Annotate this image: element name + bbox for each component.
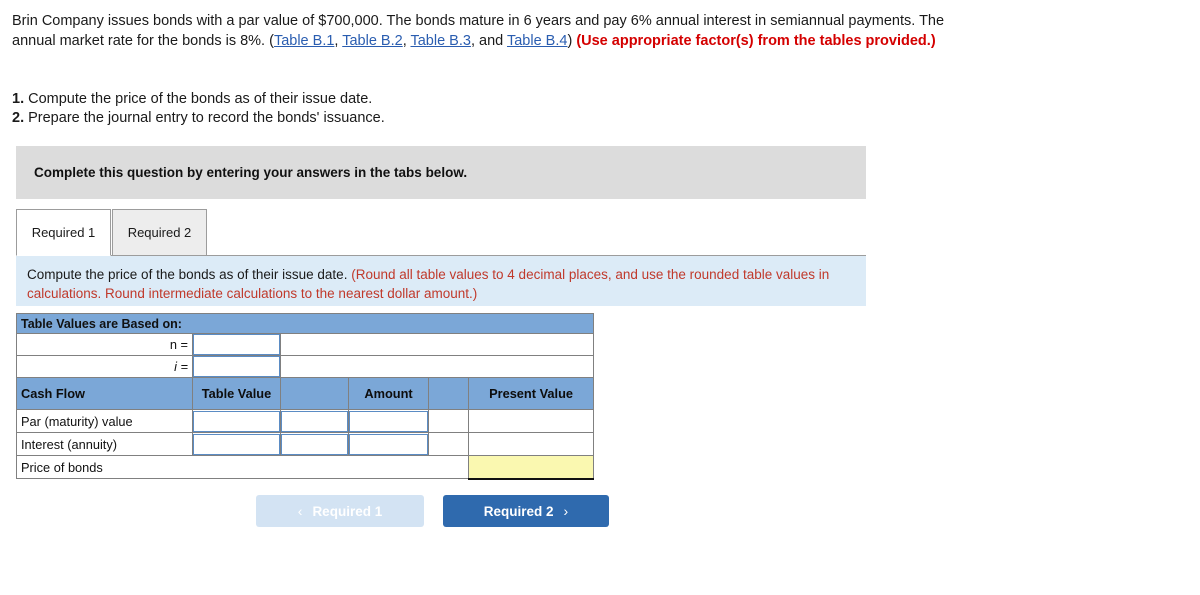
table-b4-link[interactable]: Table B.4 — [507, 33, 567, 49]
n-row-filler — [279, 333, 595, 356]
price-of-bonds-row: Price of bonds — [16, 455, 595, 480]
par-operator-2-cell — [428, 409, 469, 433]
problem-statement: Brin Company issues bonds with a par val… — [12, 12, 952, 51]
interest-amount-cell[interactable] — [348, 432, 429, 456]
table-b2-link[interactable]: Table B.2 — [342, 33, 402, 49]
chevron-left-icon: ‹ — [297, 503, 303, 519]
header-operator-1 — [280, 377, 349, 410]
requirement-1-number: 1. — [12, 91, 25, 107]
tab-strip: Required 1 Required 2 — [16, 209, 866, 256]
interest-operator-1-cell[interactable] — [280, 432, 349, 456]
previous-required-1-button[interactable]: ‹ Required 1 — [256, 495, 424, 527]
question-page: Brin Company issues bonds with a par val… — [0, 0, 1200, 595]
table-row: Interest (annuity) — [16, 432, 595, 456]
chevron-right-icon: › — [563, 503, 569, 519]
price-of-bonds-value — [467, 455, 595, 480]
complete-question-banner: Complete this question by entering your … — [16, 146, 866, 199]
par-table-value-input[interactable] — [193, 410, 280, 432]
requirement-2-number: 2. — [12, 110, 25, 126]
link-separator-3: , and — [470, 32, 507, 49]
closing-paren: ) — [567, 32, 577, 49]
n-input[interactable] — [193, 334, 280, 355]
i-input-cell[interactable] — [192, 355, 281, 378]
interest-table-value-cell[interactable] — [192, 432, 281, 456]
par-operator-1-cell[interactable] — [280, 409, 349, 433]
use-factors-emphasis: (Use appropriate factor(s) from the tabl… — [576, 32, 936, 49]
bond-price-worksheet: Table Values are Based on: n = i = Cash … — [15, 313, 595, 480]
instruction-main-text: Compute the price of the bonds as of the… — [27, 267, 352, 282]
n-input-cell[interactable] — [192, 333, 281, 356]
header-amount: Amount — [348, 377, 429, 410]
header-cash-flow: Cash Flow — [16, 377, 193, 410]
requirement-item-1: 1. Compute the price of the bonds as of … — [12, 90, 712, 109]
requirement-2-text: Prepare the journal entry to record the … — [24, 110, 385, 126]
table-row: Par (maturity) value — [16, 409, 595, 433]
n-row: n = — [16, 333, 595, 356]
interest-present-value-cell — [467, 432, 595, 456]
par-amount-cell[interactable] — [348, 409, 429, 433]
next-required-2-button[interactable]: Required 2 › — [443, 495, 609, 527]
requirements-list: 1. Compute the price of the bonds as of … — [12, 90, 712, 128]
interest-operator-1-input[interactable] — [281, 433, 348, 455]
i-row-filler — [279, 355, 595, 378]
header-present-value: Present Value — [467, 377, 595, 410]
worksheet-column-headers: Cash Flow Table Value Amount Present Val… — [16, 377, 595, 410]
par-present-value-cell — [467, 409, 595, 433]
worksheet-title-row: Table Values are Based on: — [15, 313, 595, 334]
i-row: i = — [16, 355, 595, 378]
tab-required-2[interactable]: Required 2 — [112, 209, 207, 256]
row-label-par-maturity-value: Par (maturity) value — [16, 409, 193, 433]
price-of-bonds-label: Price of bonds — [16, 455, 469, 479]
next-button-label: Required 2 — [483, 503, 554, 519]
header-table-value: Table Value — [192, 377, 281, 410]
interest-operator-2-cell — [428, 432, 469, 456]
tab-required-1[interactable]: Required 1 — [16, 209, 111, 256]
n-label: n = — [16, 333, 193, 356]
navigation-buttons: ‹ Required 1 Required 2 › — [256, 495, 616, 527]
requirement-1-text: Compute the price of the bonds as of the… — [24, 91, 373, 107]
requirement-item-2: 2. Prepare the journal entry to record t… — [12, 109, 712, 128]
i-input[interactable] — [193, 356, 280, 377]
worksheet-title: Table Values are Based on: — [15, 313, 595, 334]
par-operator-1-input[interactable] — [281, 410, 348, 432]
banner-text: Complete this question by entering your … — [34, 165, 468, 180]
previous-button-label: Required 1 — [312, 503, 383, 519]
table-b3-link[interactable]: Table B.3 — [410, 33, 470, 49]
i-label: i = — [16, 355, 193, 378]
interest-table-value-input[interactable] — [193, 433, 280, 455]
header-operator-2 — [428, 377, 469, 410]
row-label-interest-annuity: Interest (annuity) — [16, 432, 193, 456]
interest-amount-input[interactable] — [349, 433, 428, 455]
par-amount-input[interactable] — [349, 410, 428, 432]
par-table-value-cell[interactable] — [192, 409, 281, 433]
tab-required-2-label: Required 2 — [127, 225, 192, 240]
table-b1-link[interactable]: Table B.1 — [274, 33, 334, 49]
instruction-panel: Compute the price of the bonds as of the… — [16, 256, 866, 306]
tab-required-1-label: Required 1 — [31, 225, 96, 240]
